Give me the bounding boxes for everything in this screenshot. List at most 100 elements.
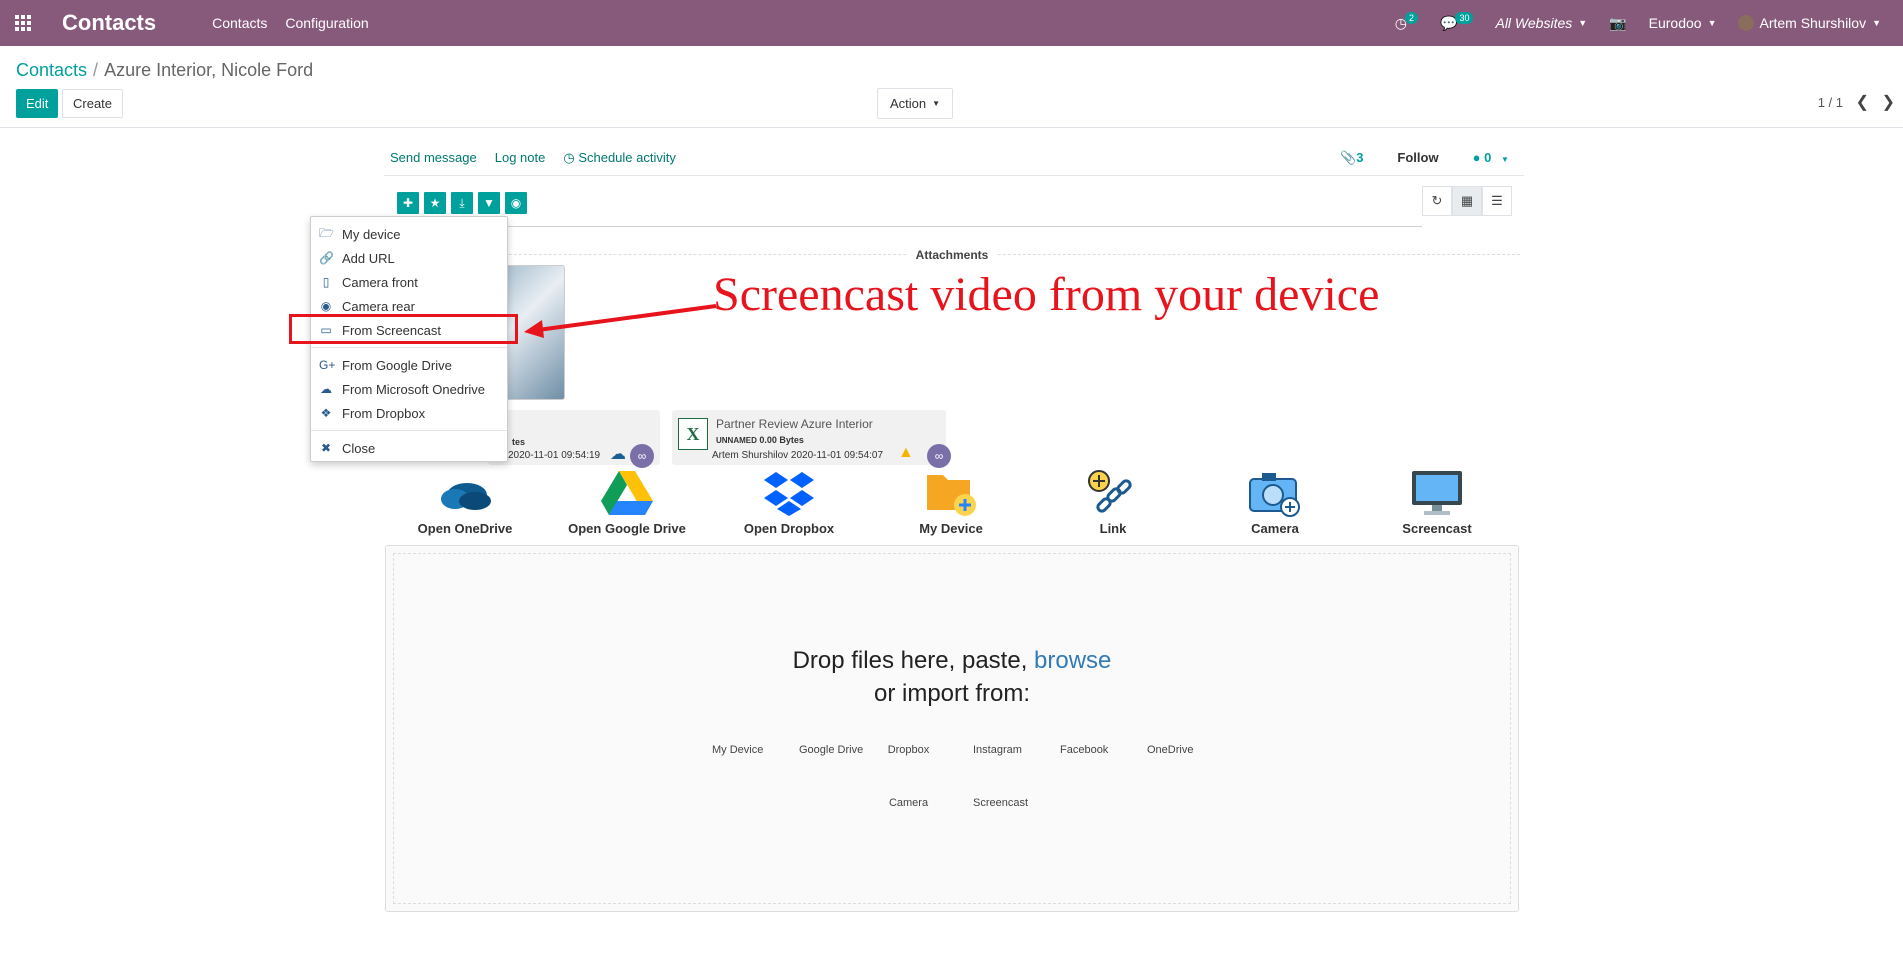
camera-button[interactable]: Camera — [1194, 468, 1356, 536]
onedrive-icon[interactable]: ☁ — [610, 444, 626, 464]
create-button[interactable]: Create — [62, 89, 124, 118]
import-my-device[interactable]: My Device — [712, 744, 763, 756]
star-icon[interactable]: ★ — [424, 192, 446, 214]
google-drive-icon[interactable]: ▲ — [898, 444, 914, 462]
cloud-icon: ☁ — [320, 382, 332, 396]
folder-add-icon — [870, 468, 1032, 518]
dropdown-item-add-url[interactable]: 🔗 Add URL — [311, 246, 507, 270]
send-message-button[interactable]: Send message — [390, 150, 477, 166]
pager-previous-icon[interactable]: ❮ — [1856, 92, 1869, 112]
my-device-button[interactable]: My Device — [870, 468, 1032, 536]
dropdown-item-close[interactable]: ✖ Close — [311, 436, 507, 460]
excel-file-icon: X — [678, 418, 708, 450]
message-badge: 30 — [1455, 12, 1474, 24]
action-dropdown-button[interactable]: Action ▼ — [877, 88, 954, 119]
breadcrumb-current: Azure Interior, Nicole Ford — [104, 60, 314, 80]
dropdown-item-dropbox[interactable]: ❖ From Dropbox — [311, 401, 507, 425]
log-note-button[interactable]: Log note — [495, 150, 546, 166]
breadcrumb: Contacts / Azure Interior, Nicole Ford — [16, 60, 313, 81]
mobile-icon: ▯ — [322, 275, 330, 289]
activity-menu[interactable]: ◷ 2 — [1395, 12, 1419, 32]
caret-down-icon: ▼ — [1500, 155, 1509, 164]
grid-view-icon[interactable]: ▦ — [1452, 186, 1482, 216]
activity-badge: 2 — [1405, 12, 1419, 24]
website-switcher[interactable]: All Websites ▼ — [1495, 15, 1587, 31]
schedule-activity-label: Schedule activity — [578, 150, 676, 165]
pager-next-icon[interactable]: ❯ — [1882, 92, 1895, 112]
filter-icon[interactable]: ▼ — [478, 192, 500, 214]
attachments-title: Attachments — [384, 248, 1520, 262]
pager-value: 1 / 1 — [1817, 95, 1843, 110]
download-icon[interactable]: ⤓ — [451, 192, 473, 214]
import-facebook[interactable]: Facebook — [1060, 744, 1108, 756]
import-sources-row: My Device Google Drive Dropbox Instagram… — [394, 744, 1510, 756]
followers-button[interactable]: ● 0 ▼ — [1473, 150, 1509, 166]
website-label: All Websites — [1495, 15, 1573, 31]
open-onedrive-button[interactable]: Open OneDrive — [384, 468, 546, 536]
image-attachment-card[interactable]: tes 2020-11-01 09:54:19 ☁ ∞ — [488, 410, 660, 468]
messaging-menu[interactable]: 💬 30 — [1440, 12, 1474, 32]
dropdown-item-camera-front[interactable]: ▯ Camera front — [311, 270, 507, 294]
upload-sources: Open OneDrive Open Google Drive Open Dro… — [384, 468, 1520, 538]
import-instagram[interactable]: Instagram — [973, 744, 1022, 756]
action-label: Action — [890, 96, 927, 111]
camera-add-icon — [1194, 468, 1356, 518]
caret-down-icon: ▼ — [1707, 18, 1717, 28]
browse-link[interactable]: browse — [1034, 647, 1111, 674]
company-switcher[interactable]: Eurodoo ▼ — [1649, 15, 1717, 31]
camera-icon[interactable]: 📷 — [1609, 15, 1626, 32]
caret-down-icon: ▼ — [932, 99, 941, 108]
drop-instructions: Drop files here, paste, browse or import… — [792, 647, 1112, 707]
schedule-activity-button[interactable]: ◷ Schedule activity — [563, 150, 676, 166]
divider — [384, 175, 1524, 176]
link-icon[interactable]: ∞ — [630, 444, 654, 468]
plus-icon[interactable]: ✚ — [397, 192, 419, 214]
dropbox-icon: ❖ — [320, 406, 332, 420]
folder-open-icon: 🗁 — [319, 225, 334, 240]
refresh-icon[interactable]: ↻ — [1422, 186, 1452, 216]
breadcrumb-root[interactable]: Contacts — [16, 60, 87, 80]
edit-button[interactable]: Edit — [16, 89, 59, 118]
list-view-icon[interactable]: ☰ — [1482, 186, 1512, 216]
file-drop-zone[interactable]: Drop files here, paste, browse or import… — [385, 545, 1519, 912]
dropdown-item-my-device[interactable]: 🗁 My device — [311, 222, 507, 246]
control-panel: Contacts / Azure Interior, Nicole Ford Edi… — [0, 46, 1903, 128]
camera-icon[interactable]: ◉ — [505, 192, 527, 214]
import-onedrive[interactable]: OneDrive — [1147, 744, 1193, 756]
follow-button[interactable]: Follow — [1397, 150, 1438, 166]
dropdown-item-google-drive[interactable]: G+ From Google Drive — [311, 353, 507, 377]
link-button[interactable]: Link — [1032, 468, 1194, 536]
divider — [311, 347, 507, 348]
import-camera[interactable]: Camera — [886, 797, 931, 809]
attachment-count-button[interactable]: 📎3 — [1340, 150, 1363, 166]
link-icon: 🔗 — [319, 251, 334, 265]
top-navbar: Contacts Contacts Configuration ◷ 2 💬 30… — [0, 0, 1903, 46]
user-menu[interactable]: Artem Shurshilov ▼ — [1738, 15, 1881, 31]
menu-contacts[interactable]: Contacts — [212, 15, 267, 31]
breadcrumb-separator: / — [93, 60, 99, 80]
import-from-label: or import from: — [873, 680, 1031, 707]
open-dropbox-button[interactable]: Open Dropbox — [708, 468, 870, 536]
dropdown-item-onedrive[interactable]: ☁ From Microsoft Onedrive — [311, 377, 507, 401]
monitor-icon — [1356, 468, 1518, 518]
paperclip-icon: 📎 — [1340, 150, 1357, 165]
close-icon: ✖ — [320, 441, 332, 455]
view-switcher: ↻ ▦ ☰ — [1422, 186, 1512, 216]
app-brand[interactable]: Contacts — [62, 10, 156, 36]
divider — [311, 430, 507, 431]
dropbox-icon — [708, 468, 870, 518]
menu-configuration[interactable]: Configuration — [285, 15, 368, 31]
apps-menu-icon[interactable] — [0, 0, 46, 46]
google-drive-icon — [546, 468, 708, 518]
attachment-date: 2020-11-01 09:54:19 — [508, 450, 601, 461]
import-google-drive[interactable]: Google Drive — [799, 744, 863, 756]
screencast-button[interactable]: Screencast — [1356, 468, 1518, 536]
user-name: Artem Shurshilov — [1759, 15, 1867, 31]
import-dropbox[interactable]: Dropbox — [886, 744, 931, 756]
open-google-drive-button[interactable]: Open Google Drive — [546, 468, 708, 536]
file-attachment-card[interactable]: X Partner Review Azure Interior UNNAMED … — [672, 410, 951, 468]
import-screencast[interactable]: Screencast — [973, 797, 1028, 809]
drop-zone-border: Drop files here, paste, browse or import… — [393, 553, 1511, 904]
camera-icon: ◉ — [320, 299, 332, 313]
link-icon[interactable]: ∞ — [927, 444, 951, 468]
